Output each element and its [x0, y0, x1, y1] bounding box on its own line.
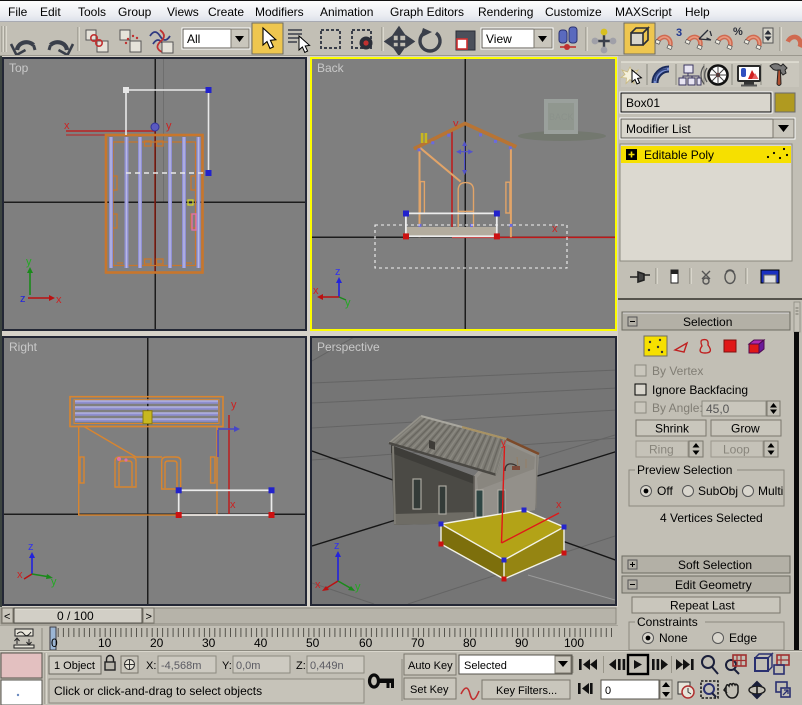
svg-text:3: 3 — [676, 27, 682, 39]
svg-text:Edge: Edge — [729, 631, 757, 645]
svg-text:50: 50 — [306, 636, 320, 650]
svg-text:X:: X: — [146, 660, 156, 672]
svg-text:z: z — [335, 266, 341, 278]
svg-text:Repeat Last: Repeat Last — [670, 599, 735, 613]
svg-text:y: y — [355, 581, 361, 593]
svg-text:Modifier List: Modifier List — [626, 122, 691, 136]
svg-text:z: z — [20, 293, 26, 305]
svg-text:%: % — [733, 26, 743, 38]
svg-text:Grow: Grow — [731, 422, 760, 436]
svg-text:View: View — [486, 32, 512, 46]
svg-text:By Angle:: By Angle: — [652, 401, 703, 415]
svg-text:y: y — [231, 399, 237, 411]
svg-text:Y:: Y: — [222, 660, 232, 672]
svg-text:Click or click-and-drag to sel: Click or click-and-drag to select object… — [54, 684, 262, 698]
svg-text:80: 80 — [463, 636, 477, 650]
svg-text:x: x — [230, 499, 236, 511]
svg-text:y: y — [501, 438, 506, 449]
svg-text:0 / 100: 0 / 100 — [57, 609, 94, 623]
svg-text:x: x — [313, 285, 319, 297]
svg-text:Off: Off — [657, 484, 673, 498]
svg-text:z: z — [334, 540, 340, 552]
svg-text:All: All — [187, 32, 200, 46]
svg-text:Preview Selection: Preview Selection — [637, 463, 732, 477]
svg-text:30: 30 — [202, 636, 216, 650]
svg-text:40: 40 — [254, 636, 268, 650]
svg-text:Z:: Z: — [296, 660, 306, 672]
svg-text:y: y — [26, 256, 32, 268]
svg-text:None: None — [659, 631, 688, 645]
svg-text:x: x — [64, 120, 70, 132]
svg-text:70: 70 — [411, 636, 425, 650]
svg-text:y: y — [51, 576, 57, 588]
svg-text:90: 90 — [515, 636, 529, 650]
svg-text:45,0: 45,0 — [706, 402, 730, 416]
svg-text:4 Vertices Selected: 4 Vertices Selected — [660, 511, 763, 525]
svg-text:1 Object: 1 Object — [54, 660, 95, 672]
svg-text:Ring: Ring — [649, 443, 674, 457]
svg-text:-4,568m: -4,568m — [161, 660, 201, 672]
svg-text:Auto Key: Auto Key — [408, 660, 453, 672]
svg-text:x: x — [56, 294, 62, 306]
svg-text:100: 100 — [564, 636, 584, 650]
svg-text:z: z — [28, 541, 34, 553]
svg-text:y: y — [345, 297, 351, 309]
svg-text:10: 10 — [98, 636, 112, 650]
svg-text:SubObj: SubObj — [698, 484, 738, 498]
svg-text:By Vertex: By Vertex — [652, 364, 703, 378]
svg-text:x: x — [17, 569, 23, 581]
svg-text:0: 0 — [605, 685, 611, 697]
svg-text:Box01: Box01 — [626, 96, 660, 110]
svg-text:20: 20 — [150, 636, 164, 650]
svg-text:Selected: Selected — [464, 660, 507, 672]
svg-text:Edit Geometry: Edit Geometry — [675, 578, 752, 592]
svg-text:0: 0 — [51, 636, 58, 650]
svg-text:Multi: Multi — [758, 484, 783, 498]
svg-text:60: 60 — [359, 636, 373, 650]
svg-text:0,0m: 0,0m — [236, 660, 260, 672]
svg-text:>: > — [146, 611, 152, 623]
svg-text:Loop: Loop — [723, 443, 750, 457]
svg-text:Soft Selection: Soft Selection — [678, 558, 752, 572]
svg-text:BACK: BACK — [549, 112, 574, 122]
svg-text:Shrink: Shrink — [655, 422, 690, 436]
svg-text:<: < — [4, 611, 10, 623]
svg-text:Ignore Backfacing: Ignore Backfacing — [652, 383, 748, 397]
svg-text:Constraints: Constraints — [637, 615, 698, 629]
svg-text:Set Key: Set Key — [410, 684, 449, 696]
svg-text:x: x — [556, 499, 562, 511]
svg-text:Selection: Selection — [683, 315, 732, 329]
svg-text:x: x — [315, 579, 321, 591]
svg-text:0,449n: 0,449n — [310, 660, 344, 672]
svg-text:y: y — [166, 120, 172, 132]
svg-text:Editable Poly: Editable Poly — [644, 148, 714, 162]
svg-text:Key Filters...: Key Filters... — [496, 685, 557, 697]
